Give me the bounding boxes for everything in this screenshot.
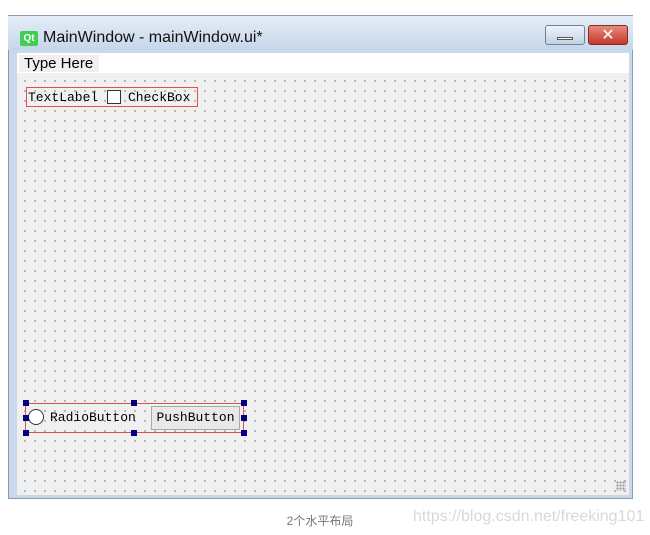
selection-handle-bottom[interactable] [131, 430, 137, 436]
radio-button-label[interactable]: RadioButton [50, 410, 136, 425]
qt-logo-icon: Qt [20, 31, 38, 46]
selection-handle-bottom-left[interactable] [23, 430, 29, 436]
window-title: MainWindow - mainWindow.ui* [43, 29, 263, 46]
watermark: https://blog.csdn.net/freeking101 [413, 508, 645, 525]
push-button[interactable]: PushButton [151, 406, 240, 430]
radio-button-circle-icon[interactable] [28, 409, 44, 425]
menu-bar [17, 53, 629, 73]
checkbox-label[interactable]: CheckBox [128, 90, 190, 105]
selection-handle-top[interactable] [131, 400, 137, 406]
size-grip-icon[interactable] [616, 481, 626, 491]
checkbox-box-icon[interactable] [107, 90, 121, 104]
minimize-button[interactable] [545, 25, 585, 45]
close-button[interactable]: ✕ [588, 25, 628, 45]
close-icon: ✕ [601, 25, 615, 44]
selection-handle-bottom-right[interactable] [241, 430, 247, 436]
selection-handle-left[interactable] [23, 415, 29, 421]
menu-type-here-item[interactable]: Type Here [19, 55, 100, 72]
selection-handle-right[interactable] [241, 415, 247, 421]
selection-handle-top-right[interactable] [241, 400, 247, 406]
minimize-icon [557, 37, 573, 40]
text-label[interactable]: TextLabel [28, 90, 98, 105]
selection-handle-top-left[interactable] [23, 400, 29, 406]
